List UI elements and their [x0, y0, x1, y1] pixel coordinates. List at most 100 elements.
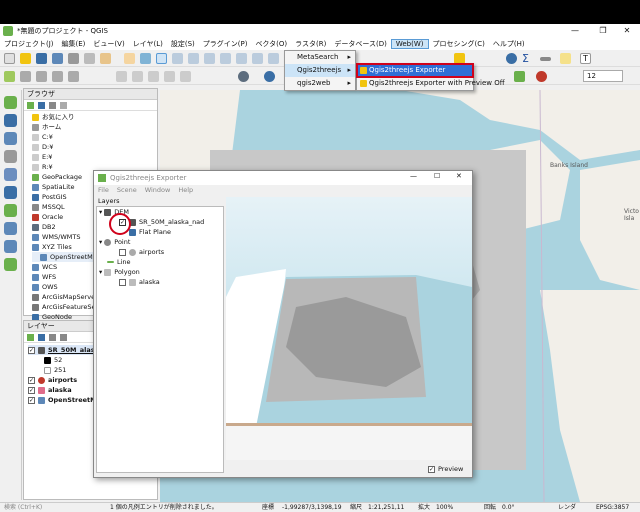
render-label[interactable]: レンダ: [558, 503, 576, 512]
crs-label[interactable]: EPSG:3857: [596, 503, 629, 512]
tree-group-line[interactable]: Line: [97, 257, 223, 267]
menu-view[interactable]: ビュー(V): [89, 39, 128, 49]
menu-item-qgis2web[interactable]: qgis2web ▸: [285, 77, 355, 90]
menu-item-qgis2threejs-exporter[interactable]: Qgis2threejs Exporter: [356, 63, 474, 78]
menu-vector[interactable]: ベクタ(O): [251, 39, 291, 49]
menu-item-metasearch[interactable]: MetaSearch ▸: [285, 51, 355, 64]
dialog-menu-file[interactable]: File: [94, 185, 113, 195]
digitize-icon[interactable]: [4, 71, 15, 82]
cut-icon[interactable]: [116, 71, 127, 82]
sum-icon[interactable]: Σ: [522, 53, 533, 64]
paste-icon[interactable]: [148, 71, 159, 82]
database-icon[interactable]: [238, 71, 249, 82]
dialog-menu-window[interactable]: Window: [141, 185, 175, 195]
save-project-icon[interactable]: [36, 53, 47, 64]
maximize-icon[interactable]: ❐: [590, 24, 616, 38]
scale-value[interactable]: 1:21,251,11: [368, 503, 404, 512]
dialog-menu-scene[interactable]: Scene: [113, 185, 141, 195]
menu-plugins[interactable]: プラグイン(P): [199, 39, 252, 49]
close-icon[interactable]: ✕: [614, 24, 640, 38]
add-wcs-icon[interactable]: [4, 240, 17, 253]
tree-group-point[interactable]: ▾ Point: [97, 237, 223, 247]
open-project-icon[interactable]: [20, 53, 31, 64]
magnifier-value[interactable]: 100%: [436, 503, 453, 512]
measure-icon[interactable]: [540, 57, 551, 61]
gear-icon[interactable]: [506, 53, 517, 64]
label-icon[interactable]: [514, 71, 525, 82]
vertex-tool-icon[interactable]: [68, 71, 79, 82]
identify-icon[interactable]: [264, 71, 275, 82]
zoom-last-icon[interactable]: [252, 53, 263, 64]
copy-icon[interactable]: [132, 71, 143, 82]
pan-to-selection-icon[interactable]: [140, 53, 151, 64]
add-selected-icon[interactable]: [38, 102, 45, 109]
zoom-in-icon[interactable]: [156, 53, 167, 64]
save-as-icon[interactable]: [52, 53, 63, 64]
browser-item[interactable]: E:¥: [32, 152, 157, 162]
add-mesh-icon[interactable]: [4, 132, 17, 145]
zoom-selection-icon[interactable]: [236, 53, 247, 64]
magnet-icon[interactable]: [536, 71, 547, 82]
browser-item[interactable]: C:¥: [32, 132, 157, 142]
zoom-native-icon[interactable]: [188, 53, 199, 64]
dialog-minimize-icon[interactable]: —: [410, 172, 417, 180]
add-feature-icon[interactable]: [52, 71, 63, 82]
zoom-out-icon[interactable]: [172, 53, 183, 64]
add-delimited-icon[interactable]: [4, 150, 17, 163]
eye-icon[interactable]: [49, 334, 56, 341]
layer-filter-icon[interactable]: [60, 334, 67, 341]
zoom-spinbox[interactable]: 12: [583, 70, 623, 82]
dialog-maximize-icon[interactable]: ☐: [434, 172, 440, 180]
undo-icon[interactable]: [164, 71, 175, 82]
redo-icon[interactable]: [180, 71, 191, 82]
menu-item-exporter-preview-off[interactable]: Qgis2threejs Exporter with Preview Off: [357, 77, 505, 90]
zoom-layer-icon[interactable]: [220, 53, 231, 64]
new-project-icon[interactable]: [4, 53, 15, 64]
preview-toggle[interactable]: ✓ Preview: [428, 465, 463, 473]
add-wfs-icon[interactable]: [4, 258, 17, 271]
tree-group-polygon[interactable]: ▾ Polygon: [97, 267, 223, 277]
menu-raster[interactable]: ラスタ(R): [291, 39, 330, 49]
filter-icon[interactable]: [49, 102, 56, 109]
pan-icon[interactable]: [124, 53, 135, 64]
menu-processing[interactable]: プロセシング(C): [429, 39, 489, 49]
print-layout-icon[interactable]: [68, 53, 79, 64]
zoom-full-icon[interactable]: [204, 53, 215, 64]
coordinate-value[interactable]: -1,99287/3,1398,19: [282, 503, 342, 512]
tree-item-alaska[interactable]: alaska: [97, 277, 223, 287]
menu-item-qgis2threejs[interactable]: Qgis2threejs ▸: [285, 64, 355, 77]
zoom-next-icon[interactable]: [268, 53, 279, 64]
layout-manager-icon[interactable]: [84, 53, 95, 64]
dialog-menu-help[interactable]: Help: [174, 185, 197, 195]
3d-preview-canvas[interactable]: [226, 197, 472, 460]
edit-icon[interactable]: [20, 71, 31, 82]
add-postgis-icon[interactable]: [4, 186, 17, 199]
text-annotation-icon[interactable]: T: [580, 53, 591, 64]
menu-help[interactable]: ヘルプ(H): [489, 39, 529, 49]
menu-layer[interactable]: レイヤ(L): [129, 39, 167, 49]
annotation-icon[interactable]: [560, 53, 571, 64]
refresh-icon[interactable]: [27, 102, 34, 109]
menu-project[interactable]: プロジェクト(J): [0, 39, 58, 49]
menu-database[interactable]: データベース(D): [330, 39, 391, 49]
rotation-value[interactable]: 0.0°: [502, 503, 515, 512]
browser-item[interactable]: ホーム: [32, 122, 157, 132]
browser-item[interactable]: D:¥: [32, 142, 157, 152]
add-raster-icon[interactable]: [4, 114, 17, 127]
style-manager-icon[interactable]: [100, 53, 111, 64]
menu-edit[interactable]: 編集(E): [58, 39, 90, 49]
browser-item[interactable]: お気に入り: [32, 112, 157, 122]
minimize-icon[interactable]: —: [562, 24, 588, 38]
style-icon[interactable]: [27, 334, 34, 341]
save-edits-icon[interactable]: [36, 71, 47, 82]
add-wms-icon[interactable]: [4, 222, 17, 235]
dialog-close-icon[interactable]: ✕: [456, 172, 462, 180]
add-vector-icon[interactable]: [4, 96, 17, 109]
add-spatialite-icon[interactable]: [4, 168, 17, 181]
collapse-icon[interactable]: [60, 102, 67, 109]
tree-item-airports[interactable]: airports: [97, 247, 223, 257]
preview-checkbox[interactable]: ✓: [428, 465, 435, 473]
add-mssql-icon[interactable]: [4, 204, 17, 217]
add-group-icon[interactable]: [38, 334, 45, 341]
menu-web[interactable]: Web(W): [390, 39, 429, 49]
